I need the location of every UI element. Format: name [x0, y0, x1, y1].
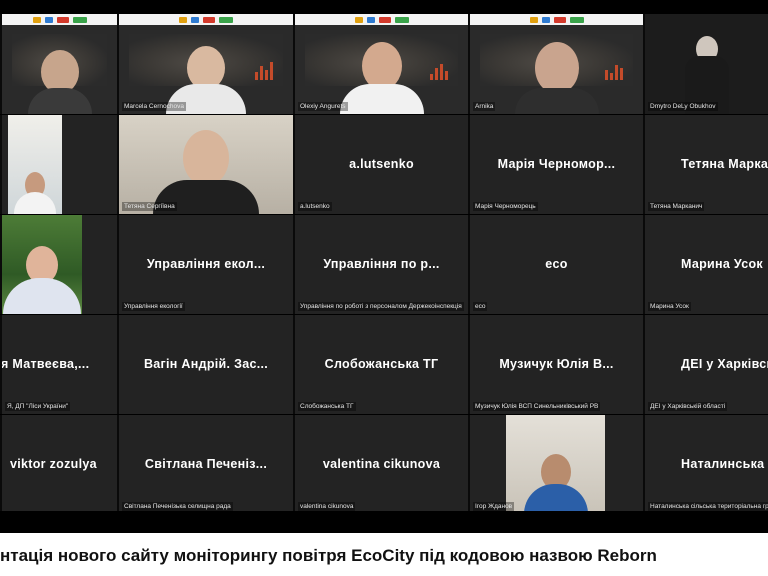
presentation-banner: [2, 14, 117, 25]
participant-name-label: Marcela Cernochova: [122, 102, 186, 111]
participant-grid: Marcela Cernochova Olexiy Angurets Arnik…: [0, 14, 768, 511]
participant-display-name: Управління екол...: [146, 256, 266, 271]
presentation-banner: [470, 14, 643, 25]
presentation-banner: [119, 14, 293, 25]
participant-name-label: Наталинська сільська територіальна грома…: [648, 502, 768, 511]
participant-name-label: valentina cikunova: [298, 502, 356, 511]
participant-video: [8, 115, 62, 214]
participant-tile[interactable]: viktor zozulya: [0, 415, 117, 511]
participant-video: [27, 50, 92, 114]
participant-tile[interactable]: Марина Усок Марина Усок: [643, 215, 768, 314]
participant-name-label: Dmytro DeLy Obukhov: [648, 102, 718, 111]
participant-tile[interactable]: Музичук Юлія В... Музичук Юлія ВСП Синел…: [468, 315, 643, 414]
participant-tile[interactable]: a.lutsenko a.lutsenko: [293, 115, 468, 214]
participant-name-label: Музичук Юлія ВСП Синельниківський РВ: [473, 402, 601, 411]
participant-name-label: Olexiy Angurets: [298, 102, 348, 111]
participant-tile[interactable]: Dmytro DeLy Obukhov: [643, 14, 768, 114]
participant-video: [514, 42, 599, 114]
participant-display-name: Слобожанська ТГ: [324, 356, 439, 371]
participant-tile[interactable]: Управління по р... Управління по роботі …: [293, 215, 468, 314]
video-caption: нтація нового сайту моніторингу повітря …: [0, 546, 657, 565]
participant-tile[interactable]: Світлана Печеніз... Світлана Печенізька …: [117, 415, 293, 511]
participant-name-label: Тетяна Сергіївна: [122, 202, 177, 211]
participant-display-name: Вагін Андрій. Зас...: [143, 356, 269, 371]
participant-tile[interactable]: Слобожанська ТГ Слобожанська ТГ: [293, 315, 468, 414]
participant-display-name: фія Матвеєва,...: [1, 356, 90, 371]
participant-display-name: Тетяна Марканич: [681, 156, 768, 171]
participant-tile[interactable]: Arnika: [468, 14, 643, 114]
participant-tile[interactable]: Марія Черномор... Марія Черноморець: [468, 115, 643, 214]
participant-display-name: Музичук Юлія В...: [499, 356, 614, 371]
participant-display-name: valentina cikunova: [322, 456, 441, 471]
participant-name-label: Марія Черноморець: [473, 202, 538, 211]
participant-video: [339, 42, 424, 114]
participant-tile[interactable]: Наталинська сіл Наталинська сільська тер…: [643, 415, 768, 511]
participant-display-name: Марія Черномор...: [497, 156, 616, 171]
participant-tile[interactable]: [0, 14, 117, 114]
participant-display-name: ДЕІ у Харківські: [681, 356, 768, 371]
participant-name-label: Я, ДП "Ліси України": [5, 402, 71, 411]
participant-display-name: Світлана Печеніз...: [144, 456, 268, 471]
participant-name-label: a.lutsenko: [298, 202, 332, 211]
participant-tile[interactable]: Ігор Жданов: [468, 415, 643, 511]
participant-tile[interactable]: Тетяна Сергіївна: [117, 115, 293, 214]
participant-tile[interactable]: Тетяна Марканич Тетяна Марканич: [643, 115, 768, 214]
participant-display-name: a.lutsenko: [349, 156, 414, 171]
participant-tile[interactable]: Вагін Андрій. Зас...: [117, 315, 293, 414]
participant-name-label: Ігор Жданов: [473, 502, 515, 511]
presentation-chart: [605, 58, 631, 80]
presentation-banner: [295, 14, 468, 25]
participant-tile[interactable]: [0, 215, 117, 314]
participant-tile[interactable]: ДЕІ у Харківські ДЕІ у Харківській облас…: [643, 315, 768, 414]
participant-tile[interactable]: [0, 115, 117, 214]
participant-video: [119, 115, 293, 214]
participant-display-name: Наталинська сіл: [681, 456, 768, 471]
participant-name-label: Марина Усок: [648, 302, 691, 311]
participant-video: [506, 415, 605, 511]
participant-tile[interactable]: Olexiy Angurets: [293, 14, 468, 114]
participant-name-label: Управління екології: [122, 302, 185, 311]
participant-display-name: eco: [545, 256, 568, 271]
participant-tile[interactable]: Marcela Cernochova: [117, 14, 293, 114]
participant-name-label: Управління по роботі з персоналом Держек…: [298, 302, 464, 311]
participant-name-label: Світлана Печенізька селищна рада: [122, 502, 233, 511]
participant-name-label: Arnika: [473, 102, 496, 111]
participant-tile[interactable]: фія Матвеєва,... Я, ДП "Ліси України": [0, 315, 117, 414]
video-conference-stage: Marcela Cernochova Olexiy Angurets Arnik…: [0, 0, 768, 533]
presentation-chart: [430, 58, 456, 80]
participant-display-name: Марина Усок: [681, 256, 763, 271]
participant-name-label: ДЕІ у Харківській області: [648, 402, 728, 411]
participant-name-label: Слобожанська ТГ: [298, 402, 356, 411]
participant-name-label: eco: [473, 302, 488, 311]
participant-video: [2, 215, 82, 314]
participant-display-name: viktor zozulya: [10, 456, 97, 471]
participant-tile[interactable]: valentina cikunova valentina cikunova: [293, 415, 468, 511]
participant-tile[interactable]: eco eco: [468, 215, 643, 314]
participant-display-name: Управління по р...: [323, 256, 440, 271]
participant-name-label: Тетяна Марканич: [648, 202, 705, 211]
presentation-chart: [255, 58, 281, 80]
participant-tile[interactable]: Управління екол... Управління екології: [117, 215, 293, 314]
